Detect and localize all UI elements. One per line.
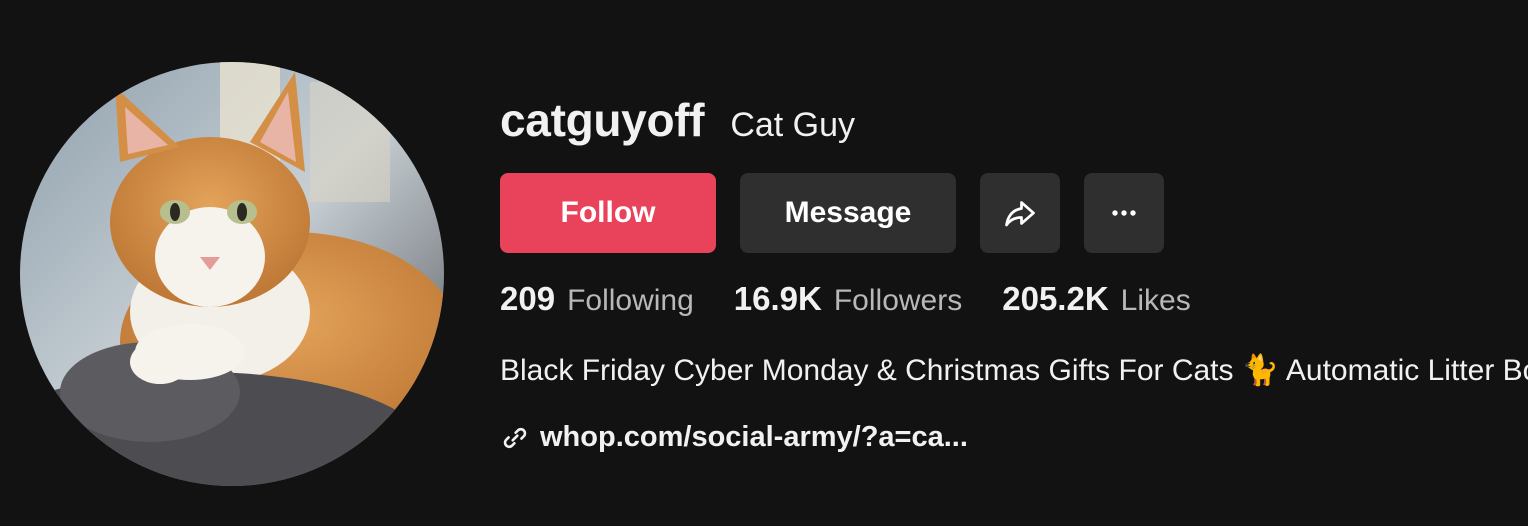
nickname: Cat Guy	[730, 106, 856, 144]
profile-info: catguyoff Cat Guy Follow Message 209 Fol…	[500, 88, 1528, 468]
followers-label: Followers	[833, 284, 963, 317]
following-label: Following	[567, 284, 694, 317]
profile-stats: 209 Following 16.9K Followers 205.2K Lik…	[500, 280, 1231, 318]
following-stat[interactable]: 209 Following	[500, 280, 694, 318]
action-buttons: Follow Message	[500, 173, 1164, 253]
bio-text: Black Friday Cyber Monday & Christmas Gi…	[500, 354, 1528, 387]
likes-label: Likes	[1120, 284, 1191, 317]
share-arrow-icon	[1005, 201, 1035, 227]
avatar[interactable]	[20, 62, 444, 486]
share-button[interactable]	[980, 173, 1060, 253]
avatar-image	[20, 62, 444, 486]
profile-link-text: whop.com/social-army/?a=ca...	[540, 421, 968, 453]
name-row: catguyoff Cat Guy	[500, 88, 1528, 152]
profile-link[interactable]: whop.com/social-army/?a=ca...	[500, 421, 968, 454]
following-count: 209	[500, 280, 556, 317]
followers-stat[interactable]: 16.9K Followers	[734, 280, 962, 318]
message-button[interactable]: Message	[740, 173, 956, 253]
more-horizontal-icon	[1112, 210, 1136, 216]
link-icon	[500, 423, 530, 453]
follow-button[interactable]: Follow	[500, 173, 716, 253]
followers-count: 16.9K	[733, 280, 822, 317]
username: catguyoff	[500, 94, 705, 146]
more-button[interactable]	[1084, 173, 1164, 253]
likes-stat: 205.2K Likes	[1002, 280, 1190, 318]
likes-count: 205.2K	[1002, 280, 1109, 317]
